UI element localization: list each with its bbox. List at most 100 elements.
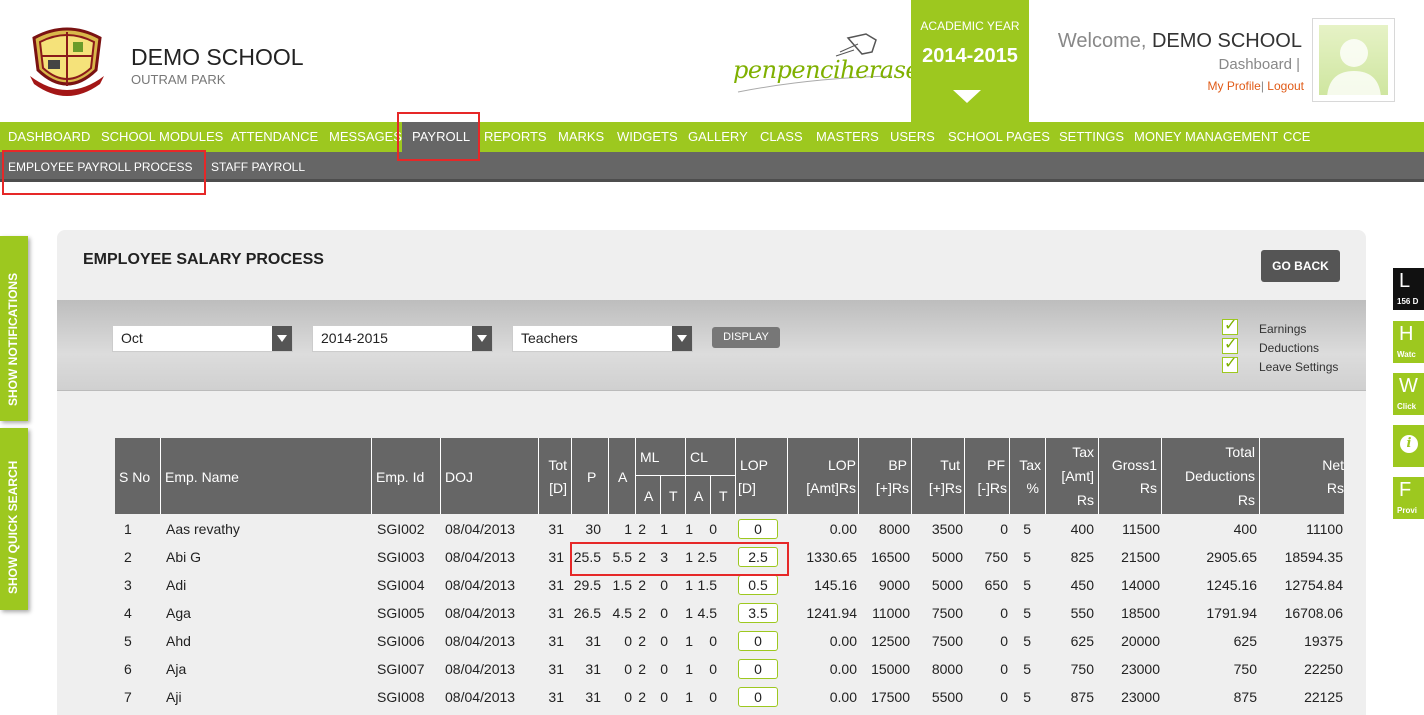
cell-pf: 0 bbox=[1000, 661, 1008, 677]
cell-sno: 7 bbox=[124, 689, 132, 705]
cell-present: 30 bbox=[585, 521, 601, 537]
nav-settings[interactable]: SETTINGS bbox=[1059, 122, 1124, 152]
year-select[interactable]: 2014-2015 bbox=[312, 325, 493, 352]
col-header-ml-t: T bbox=[661, 476, 686, 514]
right-tab-f[interactable]: F Provi bbox=[1393, 477, 1424, 519]
cell-net: 11100 bbox=[1306, 521, 1343, 537]
cell-pf: 0 bbox=[1000, 521, 1008, 537]
lop-days-input[interactable]: 0 bbox=[738, 659, 778, 679]
col-header-tut: Tut [+]Rs bbox=[912, 438, 965, 514]
nav-marks[interactable]: MARKS bbox=[558, 122, 604, 152]
academic-year-box[interactable]: ACADEMIC YEAR 2014-2015 bbox=[911, 0, 1029, 122]
display-button[interactable]: DISPLAY bbox=[712, 327, 780, 348]
show-quick-search-tab[interactable]: SHOW QUICK SEARCH bbox=[0, 428, 28, 610]
nav-messages[interactable]: MESSAGES bbox=[329, 122, 402, 152]
chevron-down-icon[interactable] bbox=[272, 326, 292, 351]
cell-present: 31 bbox=[585, 689, 601, 705]
cell-absent: 4.5 bbox=[612, 605, 632, 621]
cell-net: 22250 bbox=[1304, 661, 1343, 677]
col-header-p: P bbox=[572, 438, 609, 514]
chevron-down-icon[interactable] bbox=[672, 326, 692, 351]
cell-ml-a: 2 bbox=[638, 633, 646, 649]
cell-present: 26.5 bbox=[573, 605, 601, 621]
cell-gross: 14000 bbox=[1121, 577, 1160, 593]
right-tab-w[interactable]: W Click bbox=[1393, 373, 1424, 415]
lop-days-input[interactable]: 0 bbox=[738, 519, 778, 539]
profile-links: My Profile| Logout bbox=[1207, 79, 1304, 93]
nav-school-modules[interactable]: SCHOOL MODULES bbox=[101, 122, 223, 152]
dashboard-link[interactable]: Dashboard bbox=[1219, 56, 1292, 73]
cell-lop-amt: 145.16 bbox=[814, 577, 857, 593]
cell-bp: 15000 bbox=[871, 661, 910, 677]
nav-dashboard[interactable]: DASHBOARD bbox=[8, 122, 90, 152]
academic-year-value: 2014-2015 bbox=[922, 45, 1018, 67]
cell-tax-amt: 875 bbox=[1070, 689, 1094, 705]
cell-cl-t: 0 bbox=[709, 633, 717, 649]
right-tab-h[interactable]: H Watc bbox=[1393, 321, 1424, 363]
nav-class[interactable]: CLASS bbox=[760, 122, 803, 152]
cell-cl-t: 0 bbox=[709, 521, 717, 537]
cell-emp-name: Aji bbox=[166, 689, 182, 705]
cell-net: 12754.84 bbox=[1284, 577, 1343, 593]
nav-masters[interactable]: MASTERS bbox=[816, 122, 879, 152]
cell-tax-pct: 5 bbox=[1023, 633, 1031, 649]
cell-bp: 11000 bbox=[872, 605, 910, 621]
nav-reports[interactable]: REPORTS bbox=[484, 122, 547, 152]
right-tab-h-letter: H bbox=[1399, 323, 1414, 345]
category-select[interactable]: Teachers bbox=[512, 325, 693, 352]
nav-widgets[interactable]: WIDGETS bbox=[617, 122, 678, 152]
cell-total-deductions: 875 bbox=[1233, 689, 1257, 705]
nav-cce[interactable]: CCE bbox=[1283, 122, 1310, 152]
lop-days-input[interactable]: 0 bbox=[738, 631, 778, 651]
nav-users[interactable]: USERS bbox=[890, 122, 935, 152]
month-select[interactable]: Oct bbox=[112, 325, 293, 352]
right-tab-l[interactable]: L 156 D bbox=[1393, 268, 1424, 310]
cell-ml-t: 0 bbox=[660, 661, 668, 677]
cell-tax-pct: 5 bbox=[1023, 549, 1031, 565]
earnings-checkbox[interactable] bbox=[1222, 315, 1238, 335]
chevron-down-icon[interactable] bbox=[953, 90, 981, 103]
cell-tax-amt: 450 bbox=[1070, 577, 1094, 593]
cell-doj: 08/04/2013 bbox=[445, 633, 516, 649]
col-header-lop-days: LOP [D] bbox=[736, 438, 788, 514]
my-profile-link[interactable]: My Profile bbox=[1207, 79, 1260, 93]
chevron-down-icon[interactable] bbox=[472, 326, 492, 351]
nav-school-pages[interactable]: SCHOOL PAGES bbox=[948, 122, 1050, 152]
col-header-emp-name: Emp. Name bbox=[161, 438, 372, 514]
cell-present: 31 bbox=[585, 633, 601, 649]
cell-ml-t: 0 bbox=[660, 577, 668, 593]
school-crest-logo[interactable] bbox=[26, 18, 108, 100]
cell-emp-name: Abi G bbox=[166, 549, 202, 565]
cell-emp-id: SGI005 bbox=[377, 605, 425, 621]
deductions-checkbox[interactable] bbox=[1222, 334, 1238, 354]
nav-money-management[interactable]: MONEY MANAGEMENT bbox=[1134, 122, 1278, 152]
cell-bp: 8000 bbox=[878, 521, 910, 537]
cell-doj: 08/04/2013 bbox=[445, 521, 516, 537]
leave-settings-checkbox[interactable] bbox=[1222, 353, 1238, 373]
avatar[interactable] bbox=[1312, 18, 1395, 102]
cell-doj: 08/04/2013 bbox=[445, 577, 516, 593]
lop-days-input[interactable]: 0 bbox=[738, 687, 778, 707]
show-notifications-tab[interactable]: SHOW NOTIFICATIONS bbox=[0, 236, 28, 421]
cell-tax-amt: 400 bbox=[1070, 521, 1094, 537]
lop-days-input[interactable]: 3.5 bbox=[738, 603, 778, 623]
cell-absent: 0 bbox=[624, 661, 632, 677]
leave-settings-label: Leave Settings bbox=[1259, 360, 1339, 374]
cell-cl-a: 1 bbox=[685, 577, 693, 593]
cell-cl-a: 1 bbox=[685, 521, 693, 537]
col-header-ml: ML bbox=[636, 438, 686, 476]
nav-attendance[interactable]: ATTENDANCE bbox=[231, 122, 318, 152]
subnav-staff-payroll[interactable]: STAFF PAYROLL bbox=[211, 152, 305, 182]
cell-pf: 650 bbox=[984, 577, 1008, 593]
go-back-button[interactable]: GO BACK bbox=[1261, 250, 1340, 282]
logout-link[interactable]: Logout bbox=[1267, 79, 1304, 93]
cell-doj: 08/04/2013 bbox=[445, 661, 516, 677]
cell-emp-id: SGI007 bbox=[377, 661, 425, 677]
cell-tut: 8000 bbox=[931, 661, 963, 677]
nav-gallery[interactable]: GALLERY bbox=[688, 122, 748, 152]
cell-emp-id: SGI003 bbox=[377, 549, 425, 565]
sub-nav: EMPLOYEE PAYROLL PROCESS STAFF PAYROLL bbox=[0, 152, 1424, 182]
cell-cl-t: 4.5 bbox=[697, 605, 717, 621]
lop-days-input[interactable]: 0.5 bbox=[738, 575, 778, 595]
right-tab-info[interactable]: i bbox=[1393, 425, 1424, 467]
